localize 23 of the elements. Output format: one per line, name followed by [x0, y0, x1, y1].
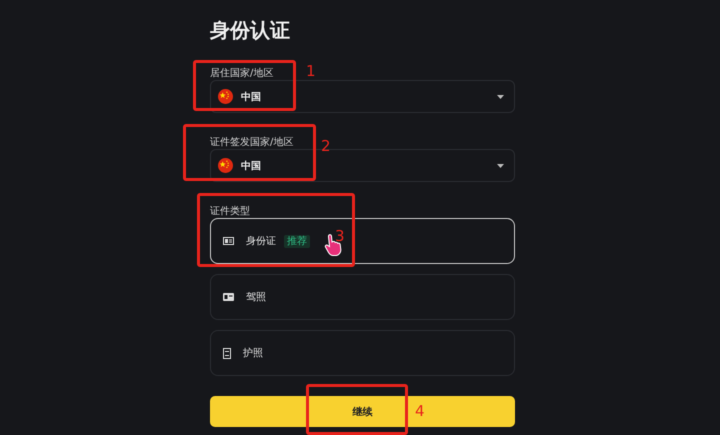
field-label: 证件类型 [210, 206, 250, 217]
option-label: 身份证 [246, 235, 276, 248]
step-number: 1 [306, 63, 316, 79]
recommended-tag: 推荐 [284, 234, 310, 248]
caret-icon [497, 164, 504, 168]
document-option[interactable]: 护照 [210, 330, 515, 376]
step-number: 3 [335, 228, 345, 244]
flag-icon [218, 158, 233, 173]
option-label: 驾照 [246, 291, 266, 304]
select-value: 中国 [241, 90, 262, 104]
option-label: 护照 [243, 346, 263, 360]
step-number: 4 [415, 403, 425, 419]
document-option[interactable]: 驾照 [210, 274, 515, 320]
page-title: 身份认证 [210, 17, 291, 43]
id-card-icon [223, 237, 234, 245]
field-label: 证件签发国家/地区 [210, 137, 294, 148]
license-card-icon [223, 293, 234, 301]
field-label: 居住国家/地区 [210, 68, 274, 79]
caret-icon [497, 94, 504, 98]
country-select[interactable]: 中国 [210, 80, 515, 113]
passport-icon [223, 348, 231, 358]
select-value: 中国 [241, 160, 262, 172]
flag-icon [218, 89, 233, 104]
